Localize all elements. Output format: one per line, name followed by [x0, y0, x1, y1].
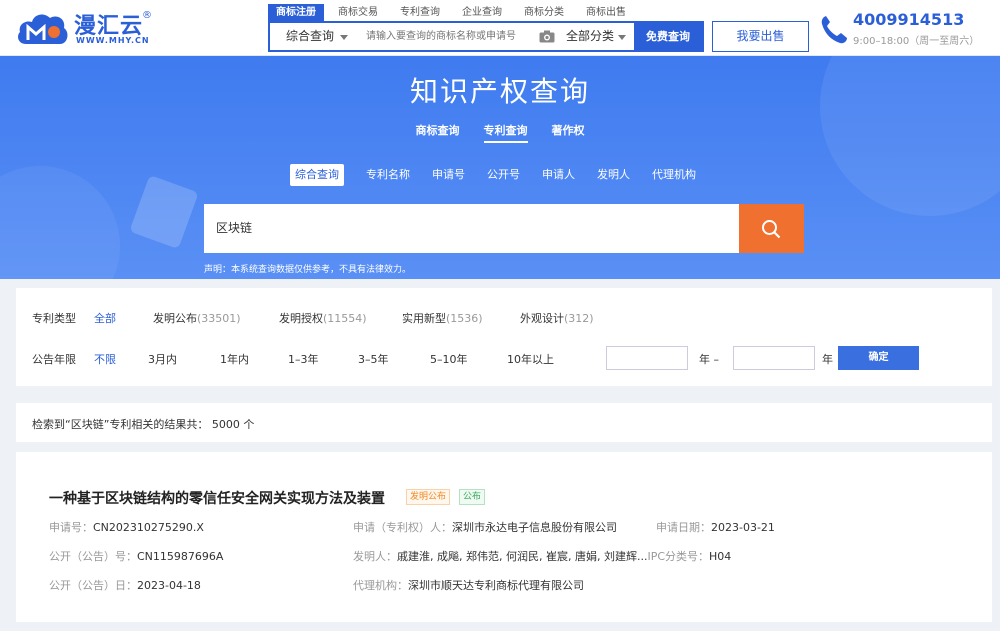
result-card[interactable]: 一种基于区块链结构的零信任安全网关实现方法及装置 发明公布 公布 申请号：CN2…: [16, 452, 992, 622]
type-option-all[interactable]: 全部: [94, 310, 116, 326]
year-option-3-5-years[interactable]: 3–5年: [358, 351, 389, 367]
nav-tab-company-search[interactable]: 企业查询: [454, 4, 510, 21]
subtab-comprehensive[interactable]: 综合查询: [290, 164, 344, 186]
tab-trademark-search[interactable]: 商标查询: [416, 122, 460, 143]
agency: 代理机构：深圳市顺天达专利商标代理有限公司: [353, 579, 584, 592]
year-option-1-3-years[interactable]: 1–3年: [288, 351, 319, 367]
year-from-input[interactable]: [606, 346, 688, 370]
announce-year-row: 公告年限 不限 3月内 1年内 1–3年 3–5年 5–10年 10年以上 年 …: [16, 345, 992, 371]
hero-sub-tabs: 综合查询 专利名称 申请号 公开号 申请人 发明人 代理机构: [290, 164, 718, 186]
header-search-bar: 综合查询 全部分类 免费查询: [268, 21, 704, 52]
type-option-invention-grant[interactable]: 发明授权(11554): [279, 310, 367, 326]
site-header: 漫汇云 ® WWW.MHY.CN 商标注册 商标交易 专利查询 企业查询 商标分…: [0, 0, 1000, 56]
search-type-label: 综合查询: [286, 29, 335, 43]
search-type-select[interactable]: 综合查询: [270, 23, 360, 50]
site-logo[interactable]: 漫汇云 ® WWW.MHY.CN: [14, 8, 154, 48]
search-icon: [762, 220, 781, 239]
subtab-applicant[interactable]: 申请人: [542, 164, 575, 186]
subtab-inventor[interactable]: 发明人: [597, 164, 630, 186]
status-badge-published: 发明公布: [406, 489, 451, 505]
publication-number: 公开（公告）号：CN115987696A: [49, 550, 224, 563]
nav-tab-trademark-register[interactable]: 商标注册: [268, 4, 324, 21]
inventors: 发明人：戚建淮, 成飚, 郑伟范, 何润民, 崔宸, 唐娟, 刘建辉...IPC…: [353, 550, 732, 563]
year-option-5-10-years[interactable]: 5–10年: [430, 351, 468, 367]
top-nav: 商标注册 商标交易 专利查询 企业查询 商标分类 商标出售: [268, 4, 640, 21]
results-summary-bar: 检索到“区块链”专利相关的结果共： 5000 个: [16, 403, 992, 442]
patent-type-row: 专利类型 全部 发明公布(33501) 发明授权(11554) 实用新型(153…: [16, 304, 992, 330]
application-date: 申请日期：2023-03-21: [656, 521, 775, 534]
subtab-application-no[interactable]: 申请号: [432, 164, 465, 186]
category-label: 全部分类: [566, 29, 615, 43]
nav-tab-trademark-trade[interactable]: 商标交易: [330, 4, 386, 21]
camera-icon[interactable]: [539, 30, 555, 43]
year-option-any[interactable]: 不限: [94, 351, 116, 367]
status-badge-public: 公布: [459, 489, 486, 505]
decorative-cube: [129, 174, 199, 250]
subtab-publication-no[interactable]: 公开号: [487, 164, 520, 186]
hero-banner: 知识产权查询 商标查询 专利查询 著作权 综合查询 专利名称 申请号 公开号 申…: [0, 56, 1000, 279]
nav-tab-trademark-category[interactable]: 商标分类: [516, 4, 572, 21]
confirm-button[interactable]: 确定: [838, 346, 919, 370]
sell-button[interactable]: 我要出售: [712, 21, 809, 52]
publication-date: 公开（公告）日：2023-04-18: [49, 579, 201, 592]
year-from-suffix: 年 –: [699, 353, 719, 366]
free-search-button[interactable]: 免费查询: [634, 23, 702, 50]
search-button[interactable]: [739, 204, 804, 253]
hero-main-tabs: 商标查询 专利查询 著作权: [0, 122, 1000, 143]
patent-title[interactable]: 一种基于区块链结构的零信任安全网关实现方法及装置: [49, 488, 385, 508]
hero-title: 知识产权查询: [409, 75, 590, 108]
year-option-3-months[interactable]: 3月内: [148, 351, 177, 367]
logo-url: WWW.MHY.CN: [76, 36, 150, 45]
phone-icon: [821, 16, 847, 44]
applicant: 申请（专利权）人：深圳市永达电子信息股份有限公司: [353, 521, 617, 534]
filter-panel: 专利类型 全部 发明公布(33501) 发明授权(11554) 实用新型(153…: [16, 288, 992, 386]
type-option-utility-model[interactable]: 实用新型(1536): [402, 310, 483, 326]
results-summary: 检索到“区块链”专利相关的结果共： 5000 个: [32, 418, 255, 431]
decorative-circle: [0, 166, 120, 279]
category-select[interactable]: 全部分类: [566, 23, 636, 50]
chevron-down-icon: [618, 35, 626, 40]
patent-type-label: 专利类型: [32, 312, 76, 325]
cloud-logo-icon: [18, 14, 68, 44]
announce-year-label: 公告年限: [32, 353, 76, 366]
year-option-10-plus[interactable]: 10年以上: [507, 351, 554, 367]
year-to-input[interactable]: [733, 346, 815, 370]
tab-patent-search[interactable]: 专利查询: [483, 122, 528, 143]
chevron-down-icon: [340, 35, 348, 40]
service-hours: 9:00–18:00（周一至周六）: [853, 36, 980, 47]
tab-copyright[interactable]: 著作权: [552, 122, 585, 143]
nav-tab-patent-search[interactable]: 专利查询: [392, 4, 448, 21]
nav-tab-trademark-sale[interactable]: 商标出售: [578, 4, 634, 21]
year-to-suffix: 年: [822, 353, 833, 366]
patent-search-input[interactable]: [204, 204, 739, 253]
disclaimer: 声明：本系统查询数据仅供参考，不具有法律效力。: [204, 265, 412, 275]
type-option-invention-publication[interactable]: 发明公布(33501): [153, 310, 241, 326]
header-search-input[interactable]: [366, 23, 531, 50]
hero-search-box: [204, 204, 804, 253]
phone-number: 4009914513: [853, 10, 965, 29]
year-option-1-year[interactable]: 1年内: [220, 351, 249, 367]
type-option-design[interactable]: 外观设计(312): [520, 310, 594, 326]
subtab-patent-name[interactable]: 专利名称: [366, 164, 410, 186]
subtab-agency[interactable]: 代理机构: [652, 164, 696, 186]
registered-mark: ®: [142, 10, 152, 21]
application-number: 申请号：CN202310275290.X: [49, 521, 204, 534]
